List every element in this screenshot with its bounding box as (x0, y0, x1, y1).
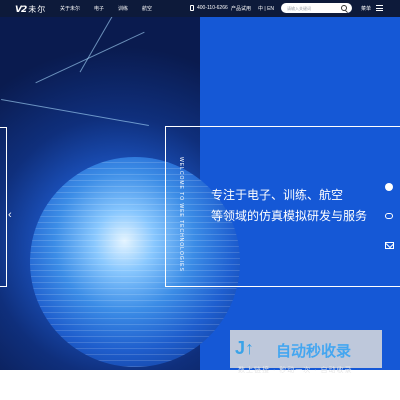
hamburger-menu-icon[interactable] (376, 5, 383, 11)
phone-contact: 400-110-6266 (190, 5, 228, 11)
nav-item-about[interactable]: 关于未尔 (60, 5, 80, 12)
prev-slide-arrow[interactable]: ‹ (8, 209, 12, 221)
mail-button[interactable] (384, 240, 394, 250)
side-toolbar (384, 182, 398, 269)
top-header: V2 未尔 关于未尔 电子 训练 航空 400-110-6266 产品试用 中 … (0, 0, 400, 17)
chat-button[interactable] (384, 211, 394, 221)
language-switch[interactable]: 中 | EN (258, 5, 274, 12)
search-input[interactable] (287, 3, 339, 13)
menu-label[interactable]: 菜单 (361, 5, 371, 12)
nav-item-aviation[interactable]: 航空 (142, 5, 152, 12)
search-icon[interactable] (341, 5, 347, 11)
trial-link[interactable]: 产品试用 (231, 5, 251, 12)
hero-slogan: 专注于电子、训练、航空 等领域的仿真模拟研发与服务 (211, 185, 367, 227)
nav-item-training[interactable]: 训练 (118, 5, 128, 12)
person-icon (385, 183, 393, 191)
left-frame-border (0, 127, 7, 287)
slogan-line-1: 专注于电子、训练、航空 (211, 188, 344, 202)
vertical-welcome-text: WELCOME TO WEE TECHNOLOGIES (178, 157, 184, 272)
phone-icon (190, 5, 194, 11)
mail-icon (384, 241, 394, 249)
logo-mark: V2 (15, 4, 27, 15)
phone-number: 400-110-6266 (197, 5, 228, 11)
nav-item-electronics[interactable]: 电子 (94, 5, 104, 12)
watermark-subtitle: 数上链接 · 秒动一次 · 自动收录 (238, 367, 353, 374)
chat-icon (385, 213, 393, 219)
slogan-line-2: 等领域的仿真模拟研发与服务 (211, 209, 368, 223)
search-box (281, 3, 352, 13)
logo-text: 未尔 (28, 5, 47, 14)
watermark-title: 自动秒收录 (276, 343, 352, 360)
main-nav: 关于未尔 电子 训练 航空 (60, 0, 166, 17)
watermark-logo-icon: J↑ (235, 338, 255, 358)
logo[interactable]: V2 未尔 (15, 4, 46, 15)
customer-service-button[interactable] (384, 182, 394, 192)
hero-banner: ‹ WELCOME TO WEE TECHNOLOGIES 专注于电子、训练、航… (0, 17, 400, 370)
